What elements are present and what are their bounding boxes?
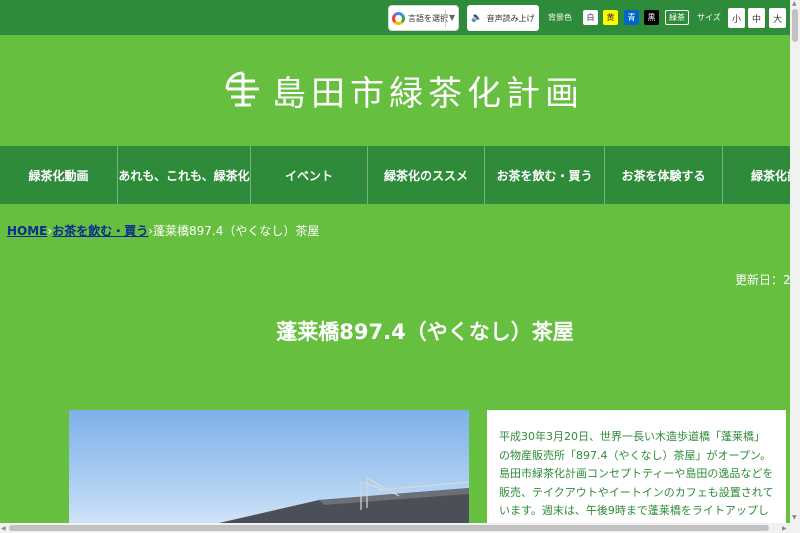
chevron-down-icon: ▼ <box>449 13 456 22</box>
bg-color-yellow-button[interactable]: 黄 <box>603 10 618 25</box>
font-size-small-button[interactable]: 小 <box>728 8 745 28</box>
speech-readout-label: 音声読み上げ <box>486 13 535 23</box>
shop-description-text: 平成30年3月20日、世界一長い木造歩道橋「蓬莱橋」の物産販売所「897.4（や… <box>499 430 774 523</box>
nav-item-everything[interactable]: あれも、これも、緑茶化 <box>118 146 251 204</box>
nav-item-recommendations[interactable]: 緑茶化のススメ <box>368 146 485 204</box>
global-nav: 緑茶化動画 あれも、これも、緑茶化 イベント 緑茶化のススメ お茶を飲む・買う … <box>0 146 790 204</box>
scroll-left-icon[interactable]: ◀ <box>1 525 6 532</box>
bg-color-label: 背景色 <box>548 13 572 22</box>
breadcrumb-parent-link[interactable]: お茶を飲む・買う <box>52 224 148 238</box>
nav-item-events[interactable]: イベント <box>251 146 368 204</box>
language-select-button[interactable]: 言語を選択 ▼ <box>388 5 459 31</box>
horizontal-scrollbar[interactable]: ◀ ▶ <box>0 523 800 533</box>
font-size-large-button[interactable]: 大 <box>769 8 786 28</box>
language-select-label: 言語を選択 <box>408 13 448 23</box>
scroll-up-icon[interactable]: ▲ <box>792 0 797 7</box>
updated-date: 更新日：20 <box>735 273 799 287</box>
scroll-down-icon[interactable]: ▼ <box>792 514 797 521</box>
speaker-icon: 🔈 <box>471 13 483 23</box>
page-title: 蓬莱橋897.4（やくなし）茶屋 <box>276 320 574 344</box>
shop-description-box: 平成30年3月20日、世界一長い木造歩道橋「蓬莱橋」の物産販売所「897.4（や… <box>487 410 786 523</box>
bg-color-blue-button[interactable]: 青 <box>624 10 639 25</box>
horizontal-scrollbar-thumb[interactable] <box>9 525 769 531</box>
vertical-scrollbar[interactable]: ▲ ▼ <box>790 0 800 523</box>
nav-item-plan[interactable]: 緑茶化計 <box>723 146 790 204</box>
site-title[interactable]: 島田市緑茶化計画 <box>272 66 584 115</box>
font-size-label: サイズ <box>697 13 721 22</box>
scroll-right-icon[interactable]: ▶ <box>782 525 787 532</box>
nav-item-drink-buy[interactable]: お茶を飲む・買う <box>485 146 605 204</box>
vertical-scrollbar-thumb[interactable] <box>792 9 798 42</box>
google-icon <box>392 11 405 25</box>
nav-item-videos[interactable]: 緑茶化動画 <box>0 146 118 204</box>
building-roof-image <box>219 477 469 523</box>
bg-color-white-button[interactable]: 白 <box>583 10 598 25</box>
site-logo-icon[interactable] <box>224 71 262 107</box>
breadcrumb: HOME›お茶を飲む・買う›蓬莱橋897.4（やくなし）茶屋 <box>7 224 320 238</box>
breadcrumb-home-link[interactable]: HOME <box>7 224 47 238</box>
utility-bar: 言語を選択 ▼ 🔈 音声読み上げ 背景色 白 黄 青 黒 緑茶 サイズ 小 中 … <box>0 0 790 35</box>
bg-color-green-button[interactable]: 緑茶 <box>665 10 689 25</box>
shop-photo <box>69 410 469 523</box>
breadcrumb-current: 蓬莱橋897.4（やくなし）茶屋 <box>153 224 320 238</box>
bg-color-black-button[interactable]: 黒 <box>644 10 659 25</box>
font-size-medium-button[interactable]: 中 <box>748 8 765 28</box>
nav-item-experience[interactable]: お茶を体験する <box>605 146 723 204</box>
speech-readout-button[interactable]: 🔈 音声読み上げ <box>467 5 539 31</box>
